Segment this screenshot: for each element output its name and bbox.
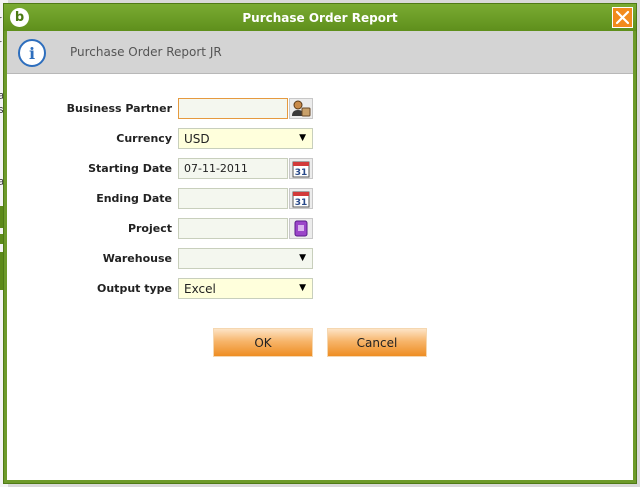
project-label: Project (127, 222, 172, 235)
cancel-button[interactable]: Cancel (327, 328, 427, 357)
business-partner-search-icon (292, 100, 311, 117)
project-search-button[interactable] (289, 218, 313, 239)
currency-row: Currency USD ▼ (7, 128, 633, 150)
currency-label: Currency (116, 132, 172, 145)
currency-value: USD (184, 132, 210, 146)
info-message: Purchase Order Report JR (70, 45, 222, 59)
ending-date-label: Ending Date (96, 192, 172, 205)
dialog-title: Purchase Order Report (242, 11, 398, 25)
chevron-down-icon: ▼ (299, 283, 306, 293)
business-partner-label: Business Partner (66, 102, 172, 115)
project-input[interactable] (178, 218, 288, 239)
business-partner-search-button[interactable] (289, 98, 313, 119)
calendar-day: 31 (295, 198, 308, 208)
project-search-icon (294, 220, 308, 237)
close-icon[interactable] (612, 7, 633, 28)
ending-date-calendar-button[interactable]: 31 (289, 188, 313, 209)
purchase-order-report-dialog: b Purchase Order Report i Purchase Order… (3, 3, 637, 484)
output-type-select[interactable]: Excel ▼ (178, 278, 313, 299)
starting-date-label: Starting Date (88, 162, 172, 175)
chevron-down-icon: ▼ (299, 253, 306, 263)
chevron-down-icon: ▼ (299, 133, 306, 143)
calendar-icon: 31 (292, 191, 310, 208)
project-row: Project (7, 218, 633, 240)
dialog-titlebar[interactable]: b Purchase Order Report (4, 4, 636, 31)
starting-date-input[interactable]: 07-11-2011 (178, 158, 288, 179)
ending-date-row: Ending Date 31 (7, 188, 633, 210)
background-text: r (0, 14, 2, 26)
background-text: r (0, 38, 2, 50)
output-type-label: Output type (97, 282, 172, 295)
starting-date-row: Starting Date 07-11-2011 31 (7, 158, 633, 180)
calendar-day: 31 (295, 168, 308, 178)
dialog-content: i Purchase Order Report JR Business Part… (7, 31, 633, 480)
warehouse-row: Warehouse ▼ (7, 248, 633, 270)
warehouse-select[interactable]: ▼ (178, 248, 313, 269)
calendar-icon: 31 (292, 161, 310, 178)
warehouse-label: Warehouse (102, 252, 172, 265)
business-partner-row: Business Partner (7, 98, 633, 120)
business-partner-input[interactable] (178, 98, 288, 119)
ok-button[interactable]: OK (213, 328, 313, 357)
currency-select[interactable]: USD ▼ (178, 128, 313, 149)
output-type-value: Excel (184, 282, 216, 296)
output-type-row: Output type Excel ▼ (7, 278, 633, 300)
info-icon: i (18, 39, 46, 67)
info-bar: i Purchase Order Report JR (7, 31, 633, 74)
starting-date-calendar-button[interactable]: 31 (289, 158, 313, 179)
ending-date-input[interactable] (178, 188, 288, 209)
